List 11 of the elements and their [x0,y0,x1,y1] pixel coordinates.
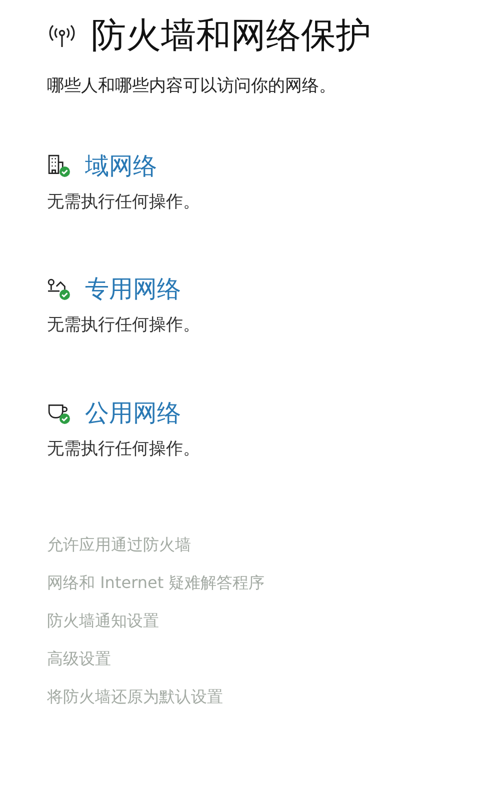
network-link[interactable]: 专用网络 [85,273,181,305]
antenna-icon [47,24,77,48]
network-status: 无需执行任何操作。 [47,438,201,460]
building-check-icon [47,154,71,178]
network-link[interactable]: 公用网络 [85,396,181,428]
page-subtitle: 哪些人和哪些内容可以访问你的网络。 [47,75,337,98]
network-link[interactable]: 域网络 [85,150,157,182]
network-status: 无需执行任何操作。 [47,190,201,214]
page-title: 防火墙和网络保护 [91,15,371,58]
network-status: 无需执行任何操作。 [47,314,201,337]
house-check-icon [47,277,71,301]
